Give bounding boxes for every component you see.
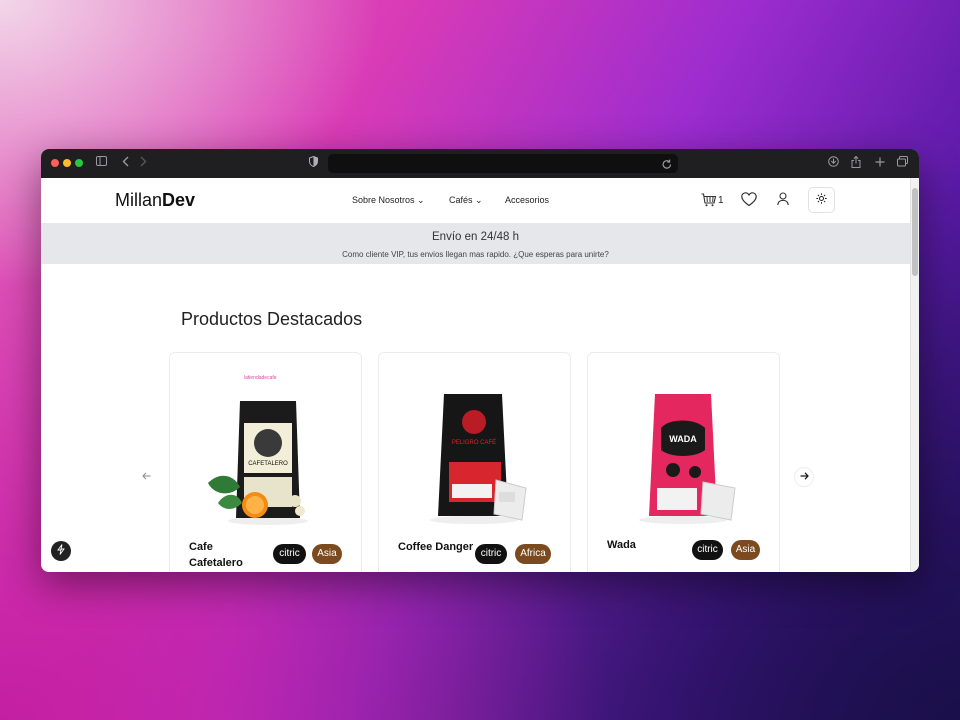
nav-cafes[interactable]: Cafés ⌄ xyxy=(449,195,483,206)
scrollbar-thumb[interactable] xyxy=(912,188,918,276)
site-header: MillanDev Sobre Nosotros ⌄ Cafés ⌄ Acces… xyxy=(41,178,910,223)
product-name: Wada xyxy=(607,539,636,551)
cart-icon[interactable] xyxy=(701,193,717,212)
cart-count: 1 xyxy=(718,195,724,206)
brand-bold-text: Dev xyxy=(162,190,196,210)
product-image-wada: WADA xyxy=(639,394,736,524)
tag-citric[interactable]: citric xyxy=(475,544,507,564)
product-card[interactable]: WADA Wada citric Asia xyxy=(587,352,780,572)
banner-subtitle: Como cliente VIP, tus envios llegan mas … xyxy=(342,250,609,259)
browser-window: MillanDev Sobre Nosotros ⌄ Cafés ⌄ Acces… xyxy=(41,149,919,572)
product-name: Coffee Danger xyxy=(398,541,474,553)
sidebar-icon[interactable] xyxy=(96,156,107,170)
product-card[interactable]: latiendadecafe CAFETALERO Cafe Cafetaler… xyxy=(169,352,362,572)
tag-region[interactable]: Africa xyxy=(515,544,551,564)
share-icon[interactable] xyxy=(851,155,861,172)
back-icon[interactable] xyxy=(122,156,129,171)
product-image-coffee-danger: PELIGRO CAFÉ xyxy=(430,394,527,524)
shipping-banner: Envío en 24/48 h Como cliente VIP, tus e… xyxy=(41,223,910,264)
maximize-window-button[interactable] xyxy=(75,159,83,167)
dev-tools-button[interactable] xyxy=(51,541,71,561)
section-title: Productos Destacados xyxy=(181,309,363,329)
page-scrollbar[interactable] xyxy=(910,178,919,572)
product-name: Cafe Cafetalero xyxy=(189,541,243,569)
lightning-icon xyxy=(57,542,65,560)
tag-citric[interactable]: citric xyxy=(692,540,723,560)
brand-logo[interactable]: MillanDev xyxy=(115,190,195,211)
shield-icon xyxy=(309,155,318,171)
product-card[interactable]: PELIGRO CAFÉ Coffee Danger citric Africa xyxy=(378,352,571,572)
svg-text:PELIGRO CAFÉ: PELIGRO CAFÉ xyxy=(452,439,496,446)
minimize-window-button[interactable] xyxy=(63,159,71,167)
sun-icon xyxy=(816,191,827,209)
reload-icon[interactable] xyxy=(662,157,672,175)
tag-region[interactable]: Asia xyxy=(731,540,760,560)
carousel-next-button[interactable] xyxy=(794,467,814,487)
new-tab-icon[interactable] xyxy=(875,155,885,169)
product-image-cafetalero: CAFETALERO xyxy=(208,401,308,525)
brand-light-text: Millan xyxy=(115,190,163,210)
tag-region[interactable]: Asia xyxy=(312,544,342,564)
svg-text:CAFETALERO: CAFETALERO xyxy=(248,461,288,467)
carousel-prev-button[interactable] xyxy=(136,467,156,487)
arrow-right-icon xyxy=(800,471,809,483)
tag-citric[interactable]: citric xyxy=(273,544,306,564)
page-viewport: MillanDev Sobre Nosotros ⌄ Cafés ⌄ Acces… xyxy=(41,178,919,572)
nav-sobre-nosotros[interactable]: Sobre Nosotros ⌄ xyxy=(352,195,425,206)
download-icon[interactable] xyxy=(828,156,839,171)
nav-accesorios[interactable]: Accesorios xyxy=(505,195,549,205)
banner-title: Envío en 24/48 h xyxy=(432,231,519,243)
user-icon[interactable] xyxy=(777,192,789,211)
theme-toggle-button[interactable] xyxy=(808,187,835,213)
brand-logo-small: latiendadecafe xyxy=(244,375,277,381)
svg-text:WADA: WADA xyxy=(669,434,697,444)
forward-icon[interactable] xyxy=(140,156,147,171)
tabs-icon[interactable] xyxy=(897,156,908,171)
address-bar[interactable] xyxy=(328,154,678,173)
browser-titlebar xyxy=(41,149,919,178)
arrow-left-icon xyxy=(141,471,151,483)
close-window-button[interactable] xyxy=(51,159,59,167)
heart-icon[interactable] xyxy=(741,192,757,212)
